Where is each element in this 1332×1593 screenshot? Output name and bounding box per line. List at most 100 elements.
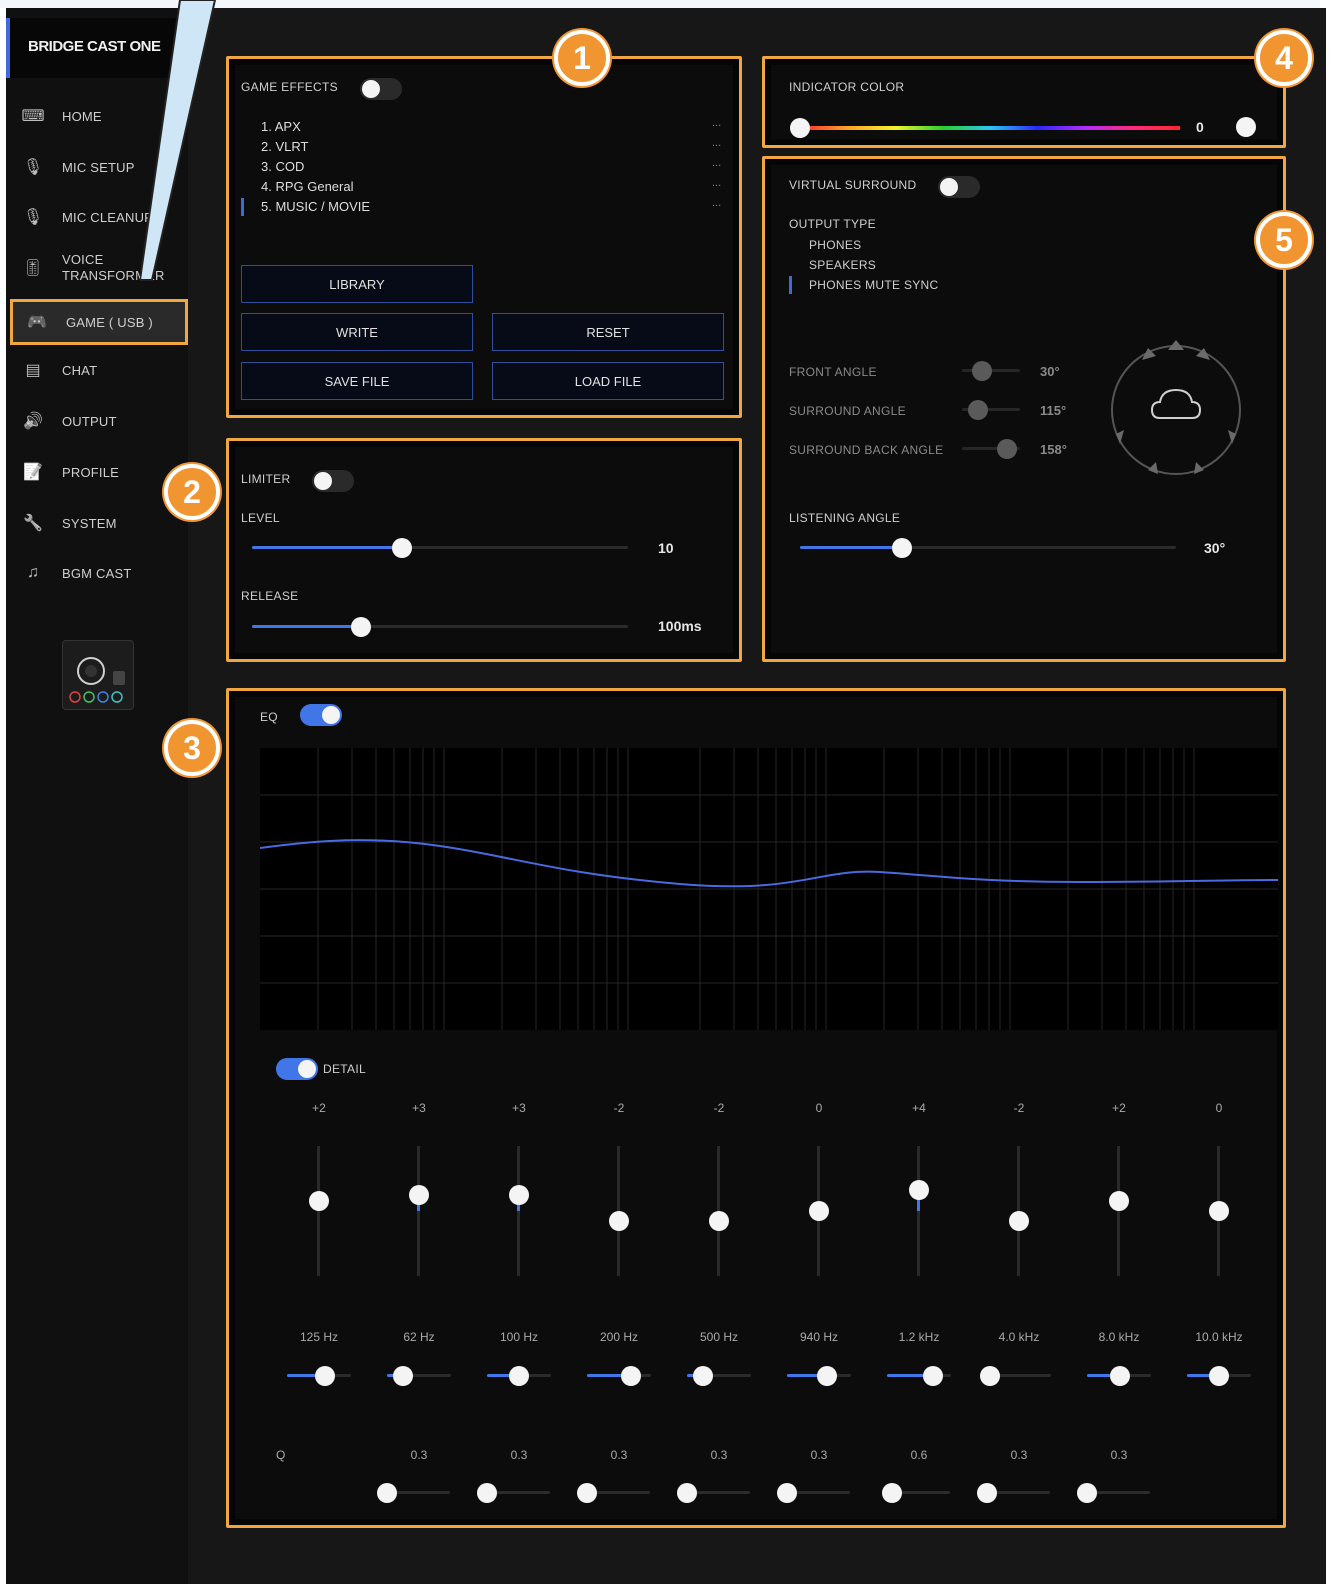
slider-thumb[interactable] xyxy=(809,1201,829,1221)
angle-slider[interactable] xyxy=(962,361,1020,381)
band-gain-slider[interactable] xyxy=(809,1146,829,1276)
slider-thumb[interactable] xyxy=(1209,1366,1229,1386)
preset-more-button[interactable]: ... xyxy=(712,157,721,169)
slider-thumb[interactable] xyxy=(609,1211,629,1232)
slider-thumb[interactable] xyxy=(777,1483,798,1503)
preset-item[interactable]: 4. RPG General xyxy=(261,179,354,194)
band-q-slider[interactable] xyxy=(377,1483,450,1503)
band-gain-slider[interactable] xyxy=(709,1146,729,1276)
write-button[interactable]: WRITE xyxy=(241,313,473,351)
virtual-surround-toggle[interactable] xyxy=(938,176,980,198)
band-q-slider[interactable] xyxy=(777,1483,850,1503)
listening-angle-slider[interactable] xyxy=(800,538,1176,558)
output-type-option[interactable]: SPEAKERS xyxy=(809,258,876,272)
slider-thumb[interactable] xyxy=(577,1483,598,1503)
band-frequency-slider[interactable] xyxy=(1087,1366,1151,1386)
library-button[interactable]: LIBRARY xyxy=(241,265,473,303)
slider-thumb[interactable] xyxy=(709,1211,729,1232)
band-q-slider[interactable] xyxy=(677,1483,750,1503)
reset-button[interactable]: RESET xyxy=(492,313,724,351)
band-q-slider[interactable] xyxy=(477,1483,550,1503)
band-frequency-slider[interactable] xyxy=(980,1366,1051,1386)
band-frequency-slider[interactable] xyxy=(487,1366,551,1386)
preset-item[interactable]: 3. COD xyxy=(261,159,304,174)
slider-thumb[interactable] xyxy=(977,1483,998,1503)
slider-thumb[interactable] xyxy=(1110,1366,1131,1386)
preset-more-button[interactable]: ... xyxy=(712,117,721,129)
slider-thumb[interactable] xyxy=(923,1366,944,1386)
band-gain-slider[interactable] xyxy=(1009,1146,1029,1276)
slider-thumb[interactable] xyxy=(677,1483,698,1503)
sidebar-item-chat[interactable]: ▤ CHAT xyxy=(6,350,188,390)
indicator-color-slider[interactable] xyxy=(790,118,1180,138)
band-q-slider[interactable] xyxy=(977,1483,1050,1503)
band-frequency-slider[interactable] xyxy=(787,1366,851,1386)
slider-thumb[interactable] xyxy=(790,118,810,138)
band-gain-slider[interactable] xyxy=(409,1146,429,1276)
sidebar-item-bgm-cast[interactable]: ♫ BGM CAST xyxy=(6,553,188,593)
slider-thumb[interactable] xyxy=(816,1366,837,1386)
angle-slider[interactable] xyxy=(962,439,1020,459)
preset-item[interactable]: 5. MUSIC / MOVIE xyxy=(261,199,370,214)
slider-thumb[interactable] xyxy=(393,1366,413,1386)
slider-thumb[interactable] xyxy=(620,1366,641,1386)
band-q-slider[interactable] xyxy=(1077,1483,1150,1503)
angle-slider[interactable] xyxy=(962,400,1020,420)
band-frequency-slider[interactable] xyxy=(1187,1366,1251,1386)
sidebar-item-system[interactable]: 🔧 SYSTEM xyxy=(6,503,188,543)
game-effects-toggle[interactable] xyxy=(360,78,402,100)
band-frequency-slider[interactable] xyxy=(287,1366,351,1386)
band-frequency-slider[interactable] xyxy=(587,1366,651,1386)
band-gain-slider[interactable] xyxy=(1109,1146,1129,1276)
slider-thumb[interactable] xyxy=(351,617,372,637)
slider-thumb[interactable] xyxy=(693,1366,713,1386)
slider-thumb[interactable] xyxy=(392,538,413,558)
slider-thumb[interactable] xyxy=(477,1483,498,1503)
band-frequency-slider[interactable] xyxy=(387,1366,451,1386)
detail-toggle[interactable] xyxy=(276,1058,318,1080)
band-gain-slider[interactable] xyxy=(1209,1146,1229,1276)
band-gain-value: 0 xyxy=(815,1101,823,1115)
preset-more-button[interactable]: ... xyxy=(712,197,721,209)
band-gain-slider[interactable] xyxy=(509,1146,529,1276)
eq-toggle[interactable] xyxy=(300,704,342,726)
slider-thumb[interactable] xyxy=(909,1180,929,1201)
slider-thumb[interactable] xyxy=(409,1185,429,1206)
slider-thumb[interactable] xyxy=(377,1483,398,1503)
output-type-option[interactable]: PHONES xyxy=(809,238,861,252)
slider-thumb[interactable] xyxy=(1109,1190,1129,1211)
preset-item[interactable]: 2. VLRT xyxy=(261,139,308,154)
slider-thumb[interactable] xyxy=(1077,1483,1098,1503)
slider-thumb[interactable] xyxy=(509,1185,529,1206)
sidebar-item-output[interactable]: 🔊 OUTPUT xyxy=(6,401,188,441)
slider-thumb[interactable] xyxy=(1009,1211,1029,1232)
slider-thumb[interactable] xyxy=(980,1366,1001,1386)
slider-thumb[interactable] xyxy=(509,1366,529,1386)
output-type-option[interactable]: PHONES MUTE SYNC xyxy=(809,278,938,292)
limiter-toggle[interactable] xyxy=(312,470,354,492)
preset-item[interactable]: 1. APX xyxy=(261,119,301,134)
band-gain-slider[interactable] xyxy=(609,1146,629,1276)
release-slider[interactable] xyxy=(252,617,628,637)
preset-more-button[interactable]: ... xyxy=(712,177,721,189)
preset-more-button[interactable]: ... xyxy=(712,137,721,149)
band-frequency-slider[interactable] xyxy=(687,1366,751,1386)
slider-thumb[interactable] xyxy=(972,361,993,381)
slider-thumb[interactable] xyxy=(309,1190,329,1211)
band-q-slider[interactable] xyxy=(881,1483,950,1503)
band-q-slider[interactable] xyxy=(577,1483,650,1503)
slider-thumb[interactable] xyxy=(891,538,912,558)
load-file-button[interactable]: LOAD FILE xyxy=(492,362,724,400)
level-slider[interactable] xyxy=(252,538,628,558)
band-gain-slider[interactable] xyxy=(309,1146,329,1276)
slider-thumb[interactable] xyxy=(1209,1201,1229,1221)
slider-thumb[interactable] xyxy=(881,1483,902,1503)
band-gain-slider[interactable] xyxy=(909,1146,929,1276)
sidebar-item-game-usb[interactable]: 🎮 GAME ( USB ) xyxy=(10,299,188,345)
slider-thumb[interactable] xyxy=(997,439,1018,459)
save-file-button[interactable]: SAVE FILE xyxy=(241,362,473,400)
slider-thumb[interactable] xyxy=(315,1366,336,1386)
sidebar-item-profile[interactable]: 📝 PROFILE xyxy=(6,452,188,492)
band-frequency-slider[interactable] xyxy=(887,1366,951,1386)
slider-thumb[interactable] xyxy=(968,400,989,420)
